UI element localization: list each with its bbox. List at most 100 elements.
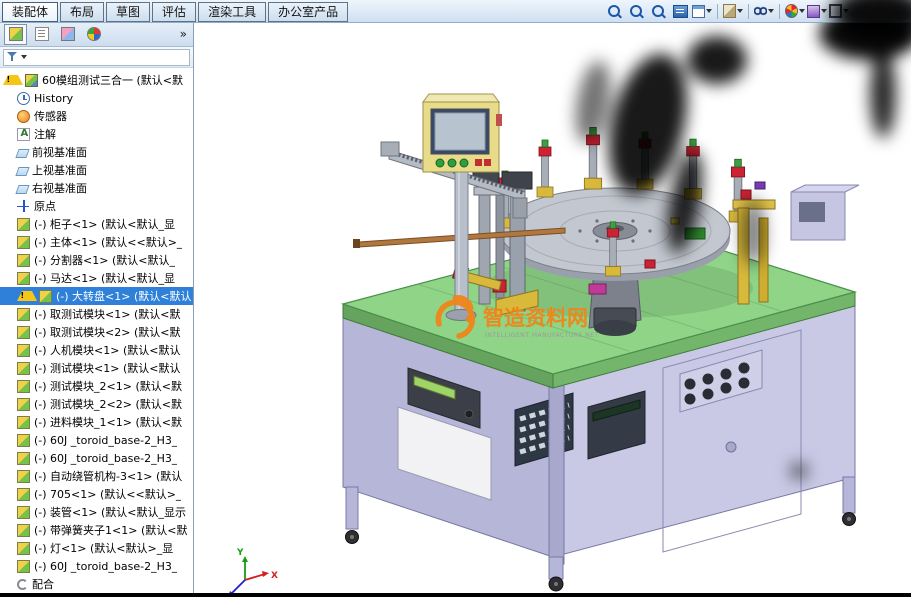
- ribbon-tab-bar: 装配体布局草图评估渲染工具办公室产品: [0, 0, 911, 23]
- tree-item[interactable]: (-) 60J _toroid_base-2_H3_: [0, 449, 193, 467]
- featuremanager-tab-icon[interactable]: [4, 24, 27, 45]
- part-icon: [17, 380, 30, 393]
- magnified-selection-icon: [652, 5, 664, 17]
- tree-item[interactable]: (-) 测试模块<1> (默认<默认: [0, 359, 193, 377]
- warning-icon: [17, 291, 37, 301]
- ribbon-tab[interactable]: 布局: [60, 2, 104, 22]
- tree-item-label: 60模组测试三合一 (默认<默: [42, 72, 183, 88]
- tree-item[interactable]: 原点: [0, 197, 193, 215]
- tree-item-label: (-) 60J _toroid_base-2_H3_: [34, 560, 177, 573]
- tree-item-label: (-) 装管<1> (默认<默认_显示: [34, 504, 186, 520]
- view-settings-icon[interactable]: [829, 2, 849, 21]
- apply-scene-icon[interactable]: [807, 2, 827, 21]
- tree-item[interactable]: (-) 60J _toroid_base-2_H3_: [0, 557, 193, 575]
- view-orientation-icon[interactable]: [670, 2, 690, 21]
- feature-manager-panel: » 60模组测试三合一 (默认<默 History 传感器 注解 前视基准面 上…: [0, 22, 194, 593]
- chevron-down-icon: [737, 9, 743, 13]
- tree-item[interactable]: (-) 马达<1> (默认<默认_显: [0, 269, 193, 287]
- chevron-down-icon: [768, 9, 774, 13]
- ribbon-tab[interactable]: 办公室产品: [268, 2, 348, 22]
- previous-view-icon[interactable]: [692, 2, 712, 21]
- tree-item[interactable]: (-) 进料模块_1<1> (默认<默: [0, 413, 193, 431]
- section-view-icon[interactable]: [723, 2, 743, 21]
- tree-item[interactable]: 传感器: [0, 107, 193, 125]
- monitor-pole: [455, 170, 468, 314]
- tree-item[interactable]: 上视基准面: [0, 161, 193, 179]
- displaymanager-tab-icon[interactable]: [82, 24, 105, 45]
- tree-item[interactable]: 注解: [0, 125, 193, 143]
- tree-item[interactable]: (-) 自动绕管机构-3<1> (默认: [0, 467, 193, 485]
- panel-header: »: [0, 22, 193, 47]
- tree-item[interactable]: 60模组测试三合一 (默认<默: [0, 71, 193, 89]
- tree-item-label: 配合: [32, 576, 54, 592]
- warning-icon: [3, 75, 23, 85]
- ribbon-tab[interactable]: 渲染工具: [198, 2, 266, 22]
- graphics-viewport[interactable]: 智造资料网 INTELLIGENT MANUFACTURE NET Y X Z: [193, 22, 911, 593]
- part-icon: [17, 560, 30, 573]
- part-icon: [17, 470, 30, 483]
- tree-item[interactable]: (-) 灯<1> (默认<默认>_显: [0, 539, 193, 557]
- machine-assembly[interactable]: [343, 94, 859, 591]
- configurationmanager-tab-icon: [61, 27, 75, 41]
- tree-item[interactable]: (-) 测试模块_2<2> (默认<默: [0, 395, 193, 413]
- toolbar-separator: [779, 4, 780, 19]
- assembly-3d-model[interactable]: 智造资料网 INTELLIGENT MANUFACTURE NET Y X Z: [193, 22, 911, 593]
- annotation-icon: [17, 128, 30, 141]
- tree-item[interactable]: (-) 柜子<1> (默认<默认_显: [0, 215, 193, 233]
- tree-item[interactable]: History: [0, 89, 193, 107]
- part-icon: [17, 236, 30, 249]
- section-view-icon: [723, 4, 736, 18]
- tree-item[interactable]: (-) 测试模块_2<1> (默认<默: [0, 377, 193, 395]
- tree-item[interactable]: (-) 705<1> (默认<<默认>_: [0, 485, 193, 503]
- part-icon: [17, 326, 30, 339]
- propertymanager-tab-icon[interactable]: [30, 24, 53, 45]
- tree-item[interactable]: (-) 取测试模块<2> (默认<默: [0, 323, 193, 341]
- tree-item[interactable]: (-) 带弹簧夹子1<1> (默认<默: [0, 521, 193, 539]
- tree-item-label: (-) 大转盘<1> (默认<默认: [56, 288, 192, 304]
- tree-item-label: 前视基准面: [32, 144, 87, 160]
- tree-item[interactable]: (-) 取测试模块<1> (默认<默: [0, 305, 193, 323]
- tree-filter-dropdown[interactable]: [3, 49, 190, 66]
- tree-item[interactable]: (-) 人机模块<1> (默认<默认: [0, 341, 193, 359]
- plane-icon: [15, 167, 29, 176]
- zoom-to-area-icon[interactable]: [626, 2, 646, 21]
- tree-item-label: (-) 取测试模块<2> (默认<默: [34, 324, 181, 340]
- part-icon: [17, 362, 30, 375]
- tree-item[interactable]: 右视基准面: [0, 179, 193, 197]
- tree-item[interactable]: 前视基准面: [0, 143, 193, 161]
- tree-item-label: (-) 测试模块_2<2> (默认<默: [34, 396, 182, 412]
- chevron-down-icon: [821, 9, 827, 13]
- zoom-to-area-icon: [630, 5, 642, 17]
- part-icon: [17, 218, 30, 231]
- sensor-icon: [17, 110, 30, 123]
- tree-item-label: 传感器: [34, 108, 67, 124]
- tree-item-label: (-) 主体<1> (默认<<默认>_: [34, 234, 182, 250]
- tree-item-label: 原点: [34, 198, 56, 214]
- part-icon: [17, 254, 30, 267]
- hide-show-items-icon[interactable]: [754, 2, 774, 21]
- tree-item-label: 注解: [34, 126, 56, 142]
- collapse-panel-button[interactable]: »: [180, 28, 189, 40]
- edit-appearance-icon: [785, 4, 798, 18]
- magnified-selection-icon[interactable]: [648, 2, 668, 21]
- tree-item-label: (-) 测试模块<1> (默认<默认: [34, 360, 181, 376]
- tree-item[interactable]: (-) 60J _toroid_base-2_H3_: [0, 431, 193, 449]
- tree-item[interactable]: (-) 装管<1> (默认<默认_显示: [0, 503, 193, 521]
- tree-item[interactable]: (-) 分割器<1> (默认<默认_: [0, 251, 193, 269]
- tree-item-label: (-) 分割器<1> (默认<默认_: [34, 252, 175, 268]
- ribbon-tab[interactable]: 草图: [106, 2, 150, 22]
- ribbon-tab[interactable]: 评估: [152, 2, 196, 22]
- view-orientation-icon: [673, 5, 688, 18]
- zoom-to-fit-icon[interactable]: [604, 2, 624, 21]
- ribbon-tab[interactable]: 装配体: [2, 2, 58, 22]
- edit-appearance-icon[interactable]: [785, 2, 805, 21]
- part-icon: [17, 416, 30, 429]
- view-settings-icon: [829, 4, 842, 18]
- chevron-down-icon: [843, 9, 849, 13]
- watermark-title: 智造资料网: [483, 306, 588, 330]
- tree-item-label: 上视基准面: [32, 162, 87, 178]
- configurationmanager-tab-icon[interactable]: [56, 24, 79, 45]
- tree-item[interactable]: 配合: [0, 575, 193, 593]
- tree-item[interactable]: (-) 大转盘<1> (默认<默认: [0, 287, 193, 305]
- tree-item[interactable]: (-) 主体<1> (默认<<默认>_: [0, 233, 193, 251]
